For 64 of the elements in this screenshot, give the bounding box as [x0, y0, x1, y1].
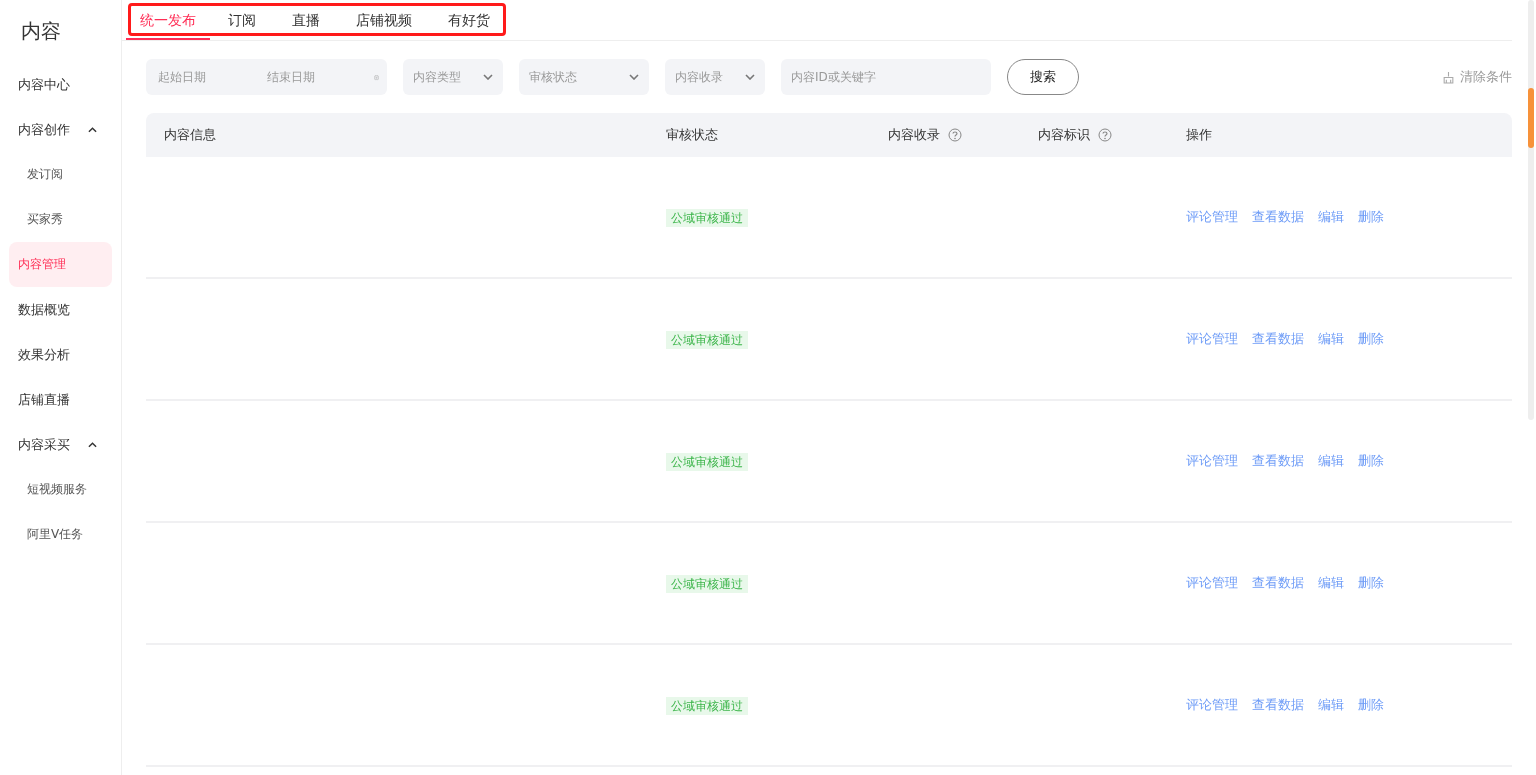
- action-link[interactable]: 查看数据: [1252, 452, 1304, 470]
- tab[interactable]: 统一发布: [126, 0, 210, 40]
- sidebar-group[interactable]: 内容采买: [18, 435, 70, 454]
- sidebar-subitem[interactable]: 内容管理: [9, 242, 112, 287]
- broom-icon: [1442, 70, 1455, 84]
- action-link[interactable]: 编辑: [1318, 574, 1344, 592]
- chevron-down-icon: [629, 74, 639, 80]
- action-link[interactable]: 评论管理: [1186, 452, 1238, 470]
- tab[interactable]: 店铺视频: [338, 0, 430, 40]
- action-link[interactable]: 查看数据: [1252, 330, 1304, 348]
- sidebar-item[interactable]: 效果分析: [9, 332, 112, 377]
- column-header: 操作: [1186, 126, 1212, 144]
- action-link[interactable]: 编辑: [1318, 452, 1344, 470]
- action-link[interactable]: 评论管理: [1186, 330, 1238, 348]
- action-link[interactable]: 编辑: [1318, 330, 1344, 348]
- action-link[interactable]: 删除: [1358, 330, 1384, 348]
- tab[interactable]: 直播: [274, 0, 338, 40]
- column-header: 内容标识: [1038, 126, 1090, 144]
- tab[interactable]: 有好货: [430, 0, 508, 40]
- sidebar-subitem[interactable]: 阿里V任务: [9, 512, 112, 557]
- action-link[interactable]: 查看数据: [1252, 574, 1304, 592]
- end-date-field[interactable]: 结束日期: [265, 69, 374, 85]
- sidebar-subitem[interactable]: 买家秀: [9, 197, 112, 242]
- caret-icon[interactable]: [88, 126, 97, 133]
- status-tag: 公域审核通过: [666, 331, 748, 349]
- tab[interactable]: 订阅: [210, 0, 274, 40]
- action-link[interactable]: 删除: [1358, 574, 1384, 592]
- column-header: 审核状态: [666, 126, 718, 144]
- caret-icon[interactable]: [88, 441, 97, 448]
- action-link[interactable]: 评论管理: [1186, 696, 1238, 714]
- status-tag: 公域审核通过: [666, 697, 748, 715]
- action-link[interactable]: 评论管理: [1186, 574, 1238, 592]
- select-field[interactable]: 内容类型: [403, 59, 503, 95]
- select-field[interactable]: 审核状态: [519, 59, 649, 95]
- action-link[interactable]: 编辑: [1318, 696, 1344, 714]
- chevron-down-icon: [745, 74, 755, 80]
- sidebar-subitem[interactable]: 短视频服务: [9, 467, 112, 512]
- clear-link[interactable]: 清除条件: [1460, 68, 1512, 86]
- status-tag: 公域审核通过: [666, 575, 748, 593]
- select-field[interactable]: 内容收录: [665, 59, 765, 95]
- action-link[interactable]: 删除: [1358, 452, 1384, 470]
- action-link[interactable]: 删除: [1358, 208, 1384, 226]
- column-header: 内容信息: [164, 126, 216, 144]
- sidebar-title: 内容: [20, 18, 62, 45]
- chevron-down-icon: [483, 74, 493, 80]
- search-button[interactable]: 搜索: [1007, 59, 1079, 95]
- help-icon[interactable]: [1098, 128, 1112, 142]
- sidebar-subitem[interactable]: 发订阅: [9, 152, 112, 197]
- action-link[interactable]: 评论管理: [1186, 208, 1238, 226]
- sidebar-item[interactable]: 内容中心: [9, 62, 112, 107]
- action-link[interactable]: 删除: [1358, 696, 1384, 714]
- action-link[interactable]: 编辑: [1318, 208, 1344, 226]
- status-tag: 公域审核通过: [666, 453, 748, 471]
- help-icon[interactable]: [948, 128, 962, 142]
- scrollbar[interactable]: [1528, 0, 1534, 420]
- status-tag: 公域审核通过: [666, 209, 748, 227]
- start-date-field[interactable]: 起始日期: [156, 69, 265, 85]
- action-link[interactable]: 查看数据: [1252, 208, 1304, 226]
- action-link[interactable]: 查看数据: [1252, 696, 1304, 714]
- sidebar-item[interactable]: 店铺直播: [9, 377, 112, 422]
- column-header: 内容收录: [888, 126, 940, 144]
- sidebar-item[interactable]: 数据概览: [9, 287, 112, 332]
- sidebar-group[interactable]: 内容创作: [18, 120, 70, 139]
- keyword-field[interactable]: 内容ID或关键字: [781, 59, 991, 95]
